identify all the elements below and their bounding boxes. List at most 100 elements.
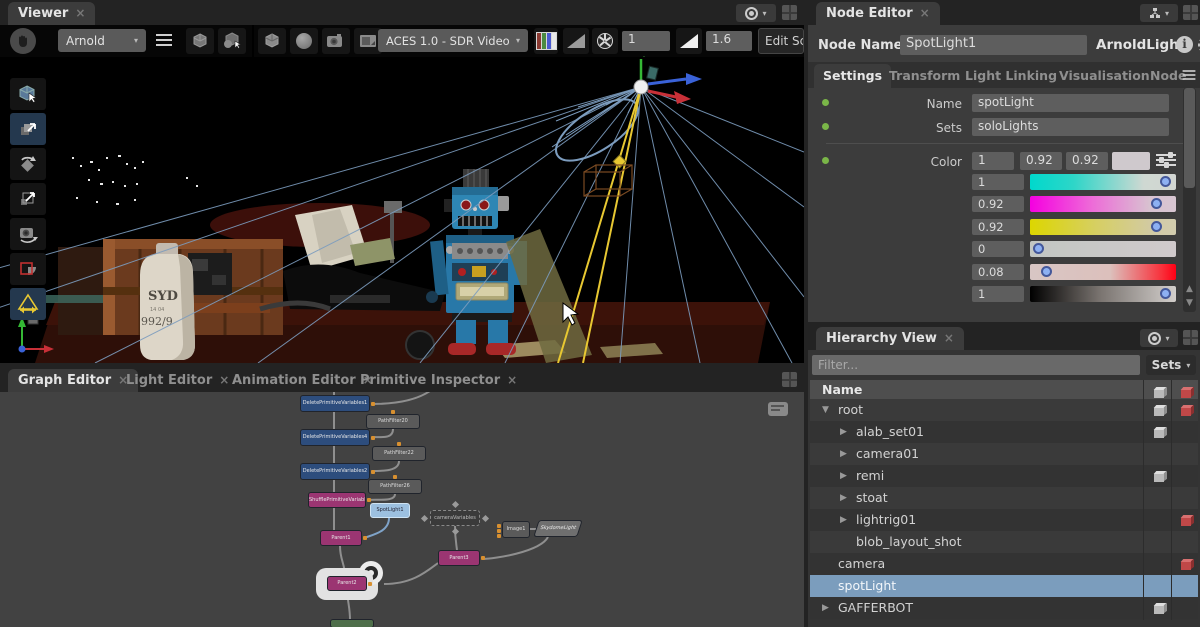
close-icon[interactable]: × [507, 373, 517, 387]
node-port-icon[interactable] [368, 582, 372, 586]
pin-node-button[interactable]: ▾ [1140, 4, 1178, 22]
node-port-icon[interactable] [391, 410, 395, 414]
tool-crop-window-button[interactable] [10, 253, 46, 285]
graph-node-deleteprimitivevariables2[interactable]: DeletePrimitiveVariables2 [300, 463, 370, 480]
slider-value-field[interactable]: 1 [972, 286, 1024, 302]
expand-arrow-icon[interactable]: ▼ [822, 405, 829, 415]
graph-node-skydomelight[interactable]: SkydomeLight [533, 520, 583, 537]
gradient-slider[interactable] [1030, 264, 1176, 280]
node-port-icon[interactable] [481, 556, 485, 560]
camera-settings-button[interactable] [322, 28, 350, 54]
tool-translate-button[interactable] [10, 113, 46, 145]
annotation-bubble-icon[interactable] [768, 402, 788, 416]
hierarchy-row[interactable]: ▶ lightrig01 [810, 509, 1198, 531]
hierarchy-row[interactable]: ▶ GAFFERBOT [810, 597, 1198, 619]
close-icon[interactable]: × [920, 6, 930, 20]
shading-cube-button[interactable] [186, 28, 214, 54]
node-port-icon[interactable] [367, 498, 371, 502]
filter-input[interactable]: Filter... [812, 355, 1140, 375]
color-sliders-toggle-icon[interactable] [1156, 154, 1176, 168]
aperture-button[interactable] [592, 28, 618, 54]
node-port-icon[interactable] [452, 528, 459, 535]
scrollbar[interactable]: ▲ ▼ [1183, 88, 1196, 312]
graph-node-shuffleprimitivevariables2[interactable]: ShufflePrimitiveVariables2 [308, 492, 366, 508]
slider-value-field[interactable]: 0 [972, 241, 1024, 257]
geometry-visibility-button[interactable] [258, 28, 286, 54]
slider-value-field[interactable]: 0.92 [972, 196, 1024, 212]
slider-handle[interactable] [1160, 176, 1171, 187]
tool-scale-button[interactable] [10, 183, 46, 215]
tab-viewer[interactable]: Viewer× [8, 2, 95, 25]
exposure-toggle-button[interactable] [563, 28, 589, 54]
viewer-scope-button[interactable]: ▾ [736, 4, 776, 22]
graph-node-image1[interactable]: Image1 [502, 521, 530, 538]
graph-node-deleteprimitivevariables1[interactable]: DeletePrimitiveVariables1 [300, 395, 370, 412]
display-transform-dropdown[interactable]: ACES 1.0 - SDR Video▾ [378, 29, 528, 52]
tab-primitive-inspector[interactable]: Primitive Inspector× [350, 369, 527, 392]
gradient-slider[interactable] [1030, 219, 1176, 235]
node-port-icon[interactable] [393, 475, 397, 479]
exposure-field[interactable]: 1 [622, 31, 670, 51]
close-icon[interactable]: × [944, 331, 954, 345]
graph-node-parent2[interactable]: Parent2 [327, 576, 367, 591]
node-port-icon[interactable] [371, 470, 375, 474]
expand-arrow-icon[interactable]: ▶ [840, 493, 847, 503]
tab-node-editor[interactable]: Node Editor× [816, 2, 940, 25]
sets-field[interactable]: soloLights [972, 118, 1169, 136]
edit-scope-button[interactable]: Edit Scop [758, 28, 804, 54]
color-g-field[interactable]: 0.92 [1020, 152, 1062, 170]
slider-handle[interactable] [1151, 221, 1162, 232]
scroll-down-icon[interactable]: ▼ [1183, 298, 1196, 308]
node-port-icon[interactable] [497, 524, 501, 528]
expand-arrow-icon[interactable]: ▶ [840, 515, 847, 525]
expansion-button[interactable] [218, 28, 246, 54]
graph-node-cameravariables[interactable]: cameraVariables [430, 510, 480, 526]
tool-light-cone-button[interactable] [10, 288, 46, 320]
layout-grid-icon[interactable] [782, 372, 797, 387]
hierarchy-row[interactable]: camera [810, 553, 1198, 575]
expand-arrow-icon[interactable]: ▶ [840, 427, 847, 437]
hierarchy-row[interactable]: blob_layout_shot [810, 531, 1198, 553]
name-field[interactable]: spotLight [972, 94, 1169, 112]
renderer-dropdown[interactable]: Arnold▾ [58, 29, 146, 52]
graph-node-pathfilter20[interactable]: PathFilter20 [366, 414, 420, 429]
pan-hand-button[interactable] [10, 28, 36, 54]
graph-node-spotlight1[interactable]: SpotLight1 [370, 503, 410, 518]
graph-node-deleteprimitivevariables4[interactable]: DeletePrimitiveVariables4 [300, 429, 370, 446]
graph-node-parent1[interactable]: Parent1 [320, 530, 362, 546]
color-swatch[interactable] [1112, 152, 1150, 170]
hierarchy-header[interactable]: Name [810, 380, 1198, 399]
graph-node-pathfilter26[interactable]: PathFilter26 [368, 479, 422, 494]
graph-canvas[interactable]: DeletePrimitiveVariables1PathFilter20Del… [0, 392, 804, 627]
gamma-toggle-button[interactable] [676, 28, 702, 54]
node-port-icon[interactable] [421, 515, 428, 522]
hierarchy-row[interactable]: ▼ root [810, 399, 1198, 421]
name-column-header[interactable]: Name [822, 382, 862, 397]
node-port-icon[interactable] [371, 402, 375, 406]
viewport-3d[interactable]: SYD 14 04 992/9 [0, 57, 804, 363]
slider-handle[interactable] [1151, 198, 1162, 209]
node-port-icon[interactable] [482, 515, 489, 522]
graph-node-parent3[interactable]: Parent3 [438, 550, 480, 566]
hierarchy-row[interactable]: ▶ alab_set01 [810, 421, 1198, 443]
gradient-slider[interactable] [1030, 196, 1176, 212]
gradient-slider[interactable] [1030, 174, 1176, 190]
hierarchy-row[interactable]: ▶ camera01 [810, 443, 1198, 465]
tab-light-editor[interactable]: Light Editor× [116, 369, 239, 392]
color-r-field[interactable]: 1 [972, 152, 1014, 170]
render-menu-icon[interactable] [156, 34, 172, 46]
node-port-icon[interactable] [452, 501, 459, 508]
documentation-info-icon[interactable]: i [1176, 36, 1193, 53]
hierarchy-row[interactable]: ▶ stoat [810, 487, 1198, 509]
slider-handle[interactable] [1033, 243, 1044, 254]
tool-select-button[interactable] [10, 78, 46, 110]
enabled-dot[interactable] [822, 123, 829, 130]
node-port-icon[interactable] [371, 436, 375, 440]
slider-value-field[interactable]: 1 [972, 174, 1024, 190]
crate-small[interactable] [58, 247, 106, 335]
gradient-slider[interactable] [1030, 241, 1176, 257]
scroll-up-icon[interactable]: ▲ [1183, 284, 1196, 294]
enabled-dot[interactable] [822, 99, 829, 106]
node-port-icon[interactable] [397, 442, 401, 446]
slider-value-field[interactable]: 0.08 [972, 264, 1024, 280]
